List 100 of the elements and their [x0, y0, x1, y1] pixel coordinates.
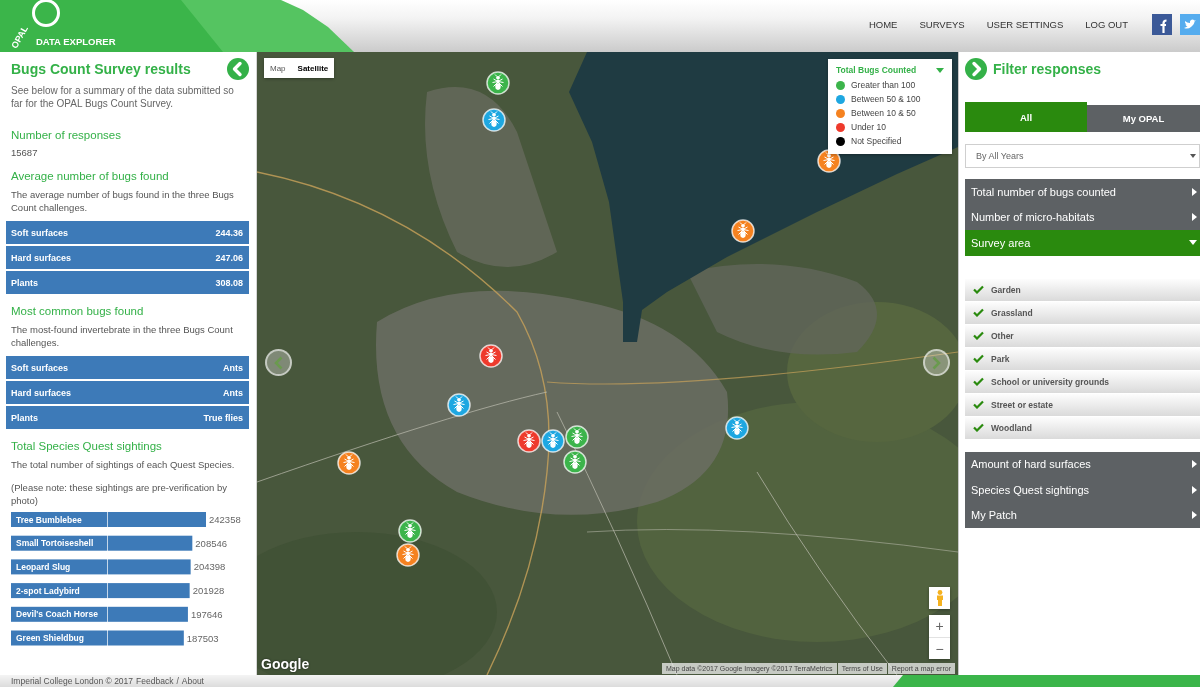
section-description: The average number of bugs found in the three Bugs Count challenges.	[11, 188, 235, 214]
caret-right-icon	[1192, 213, 1197, 222]
row-value: 308.08	[215, 277, 243, 288]
ant-marker-icon[interactable]	[398, 519, 422, 543]
filter-option[interactable]: Street or estate	[965, 393, 1200, 417]
caret-right-icon	[1192, 485, 1197, 494]
value-label: 204398	[193, 561, 226, 573]
row-label: Hard surfaces	[11, 252, 72, 263]
zoom-out-button[interactable]: −	[929, 637, 950, 659]
filter-option[interactable]: Woodland	[965, 416, 1200, 440]
nav-link[interactable]: LOG OUT	[1085, 18, 1128, 30]
caret-down-icon	[1189, 240, 1197, 246]
value-label: 208546	[195, 537, 228, 549]
caret-right-icon	[1192, 511, 1197, 520]
person-icon	[935, 590, 944, 606]
app-name: DATA EXPLORER	[36, 36, 116, 47]
bar-label: Green Shieldbug	[11, 630, 108, 646]
y-tick-label: Green Shieldbug	[16, 633, 85, 643]
intro-text: See below for a summary of the data submitted so far for the OPAL Bugs Count Survey.	[11, 85, 235, 110]
caret-down-icon[interactable]	[936, 67, 944, 73]
filter-option[interactable]: Other	[965, 324, 1200, 348]
ant-marker-icon[interactable]	[479, 344, 503, 368]
caret-right-icon	[1192, 460, 1197, 469]
y-tick-label: Leopard Slug	[16, 561, 71, 572]
bar-label: Small Tortoiseshell	[11, 535, 108, 551]
value-label: 242358	[209, 514, 241, 525]
row-label: Soft surfaces	[11, 362, 69, 373]
legend-title: Total Bugs Counted	[836, 65, 917, 75]
row-value: 247.06	[215, 252, 243, 263]
section-description: The most-found invertebrate in the three Bugs Count challenges.	[11, 323, 234, 349]
accordion-header[interactable]: Number of micro-habitats	[965, 204, 1200, 230]
y-tick-label: Small Tortoiseshell	[16, 538, 94, 549]
legend-label: Under 10	[851, 122, 886, 132]
panel-title: Filter responses	[993, 61, 1102, 77]
ant-marker-icon[interactable]	[517, 429, 541, 453]
nav-link[interactable]: SURVEYS	[919, 18, 965, 30]
panel-title: Bugs Count Survey results	[11, 61, 191, 77]
accordion-header[interactable]: Amount of hard surfaces	[965, 451, 1200, 477]
accordion-header[interactable]: Species Quest sightings	[965, 477, 1200, 503]
footer-link[interactable]: About	[181, 676, 204, 686]
legend-label: Greater than 100	[851, 80, 916, 90]
ant-marker-icon[interactable]	[482, 108, 506, 132]
bar-label: Leopard Slug	[11, 559, 108, 575]
logo-ring-icon	[32, 0, 60, 29]
option-label: Street or estate	[991, 399, 1053, 410]
map-type-tab[interactable]: Satellite	[291, 58, 335, 78]
year-select[interactable]: By All Years	[965, 144, 1200, 168]
bar-label: Devil's Coach Horse	[11, 606, 108, 622]
ant-marker-icon[interactable]	[731, 219, 755, 243]
legend-label: Between 10 & 50	[851, 108, 916, 118]
next-button[interactable]	[923, 349, 950, 376]
value-label: 201928	[192, 585, 225, 597]
footer-link[interactable]: Feedback	[136, 676, 174, 686]
filter-option[interactable]: Garden	[965, 278, 1200, 302]
row-label: Plants	[11, 277, 38, 288]
caret-right-icon	[1192, 187, 1197, 196]
row-label: Hard surfaces	[11, 387, 72, 398]
filter-option[interactable]: Grassland	[965, 301, 1200, 325]
ant-marker-icon[interactable]	[337, 451, 361, 475]
link-separator: /	[176, 676, 179, 686]
zoom-in-button[interactable]: +	[929, 615, 950, 637]
chevron-left-icon	[274, 355, 283, 370]
ant-marker-icon[interactable]	[565, 425, 589, 449]
map-logo: Google	[261, 656, 310, 672]
f-logo-icon[interactable]	[1152, 13, 1172, 35]
copyright-text: Imperial College London © 2017	[11, 676, 134, 686]
option-label: Park	[991, 353, 1010, 364]
row-value: Ants	[223, 387, 243, 398]
filter-option[interactable]: Park	[965, 347, 1200, 371]
row-label: Soft surfaces	[11, 227, 69, 238]
ant-marker-icon[interactable]	[541, 429, 565, 453]
ant-marker-icon[interactable]	[396, 543, 420, 567]
bar-label: Tree Bumblebee	[11, 512, 108, 527]
accordion-header[interactable]: My Patch	[965, 502, 1200, 528]
section-note: (Please note: these sightings are pre-verification by photo)	[11, 481, 228, 507]
nav-link[interactable]: USER SETTINGS	[986, 18, 1064, 30]
ant-marker-icon[interactable]	[725, 416, 749, 440]
ant-marker-icon[interactable]	[447, 393, 471, 417]
option-label: School or university grounds	[991, 376, 1110, 387]
bar-label: 2-spot Ladybird	[11, 583, 108, 599]
nav-link[interactable]: HOME	[868, 18, 898, 30]
ant-marker-icon[interactable]	[563, 450, 587, 474]
row-value: True flies	[203, 412, 243, 423]
section-heading: Total Species Quest sightings	[11, 439, 163, 454]
section-heading: Average number of bugs found	[11, 169, 170, 184]
accordion-header[interactable]: Survey area	[965, 230, 1200, 256]
previous-button[interactable]	[265, 349, 292, 376]
y-tick-label: 2-spot Ladybird	[16, 585, 80, 596]
y-tick-label: Devil's Coach Horse	[16, 609, 99, 620]
filter-tab[interactable]: My OPAL	[1087, 105, 1200, 132]
map-type-tab[interactable]: Map	[264, 58, 292, 78]
filter-option[interactable]: School or university grounds	[965, 370, 1200, 394]
row-value: 244.36	[215, 227, 243, 238]
accordion-header[interactable]: Total number of bugs counted	[965, 179, 1200, 205]
y-tick-label: Tree Bumblebee	[16, 514, 82, 525]
ant-marker-icon[interactable]	[486, 71, 510, 95]
option-label: Woodland	[991, 422, 1032, 433]
filter-tab[interactable]: All	[965, 102, 1087, 132]
section-heading: Number of responses	[11, 128, 122, 143]
legend-label: Not Specified	[851, 136, 902, 146]
